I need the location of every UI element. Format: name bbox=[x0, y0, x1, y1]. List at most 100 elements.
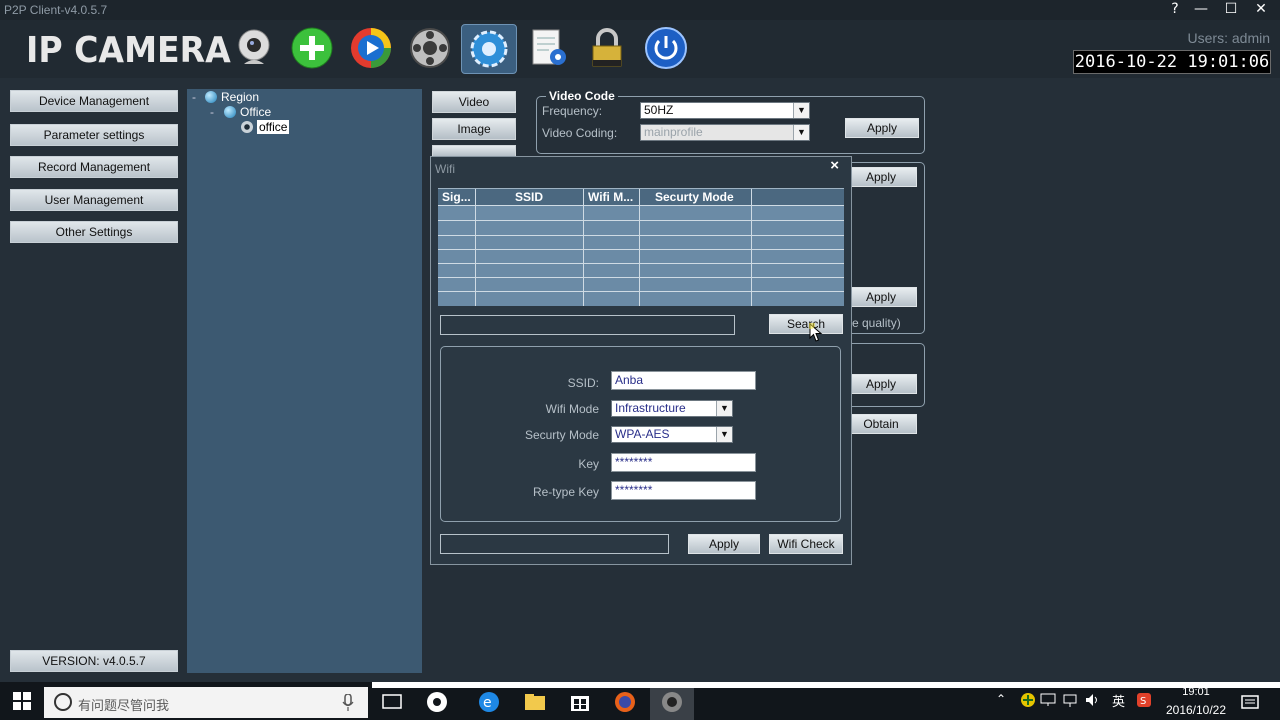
pinwheel-app-icon[interactable] bbox=[425, 690, 449, 714]
close-icon[interactable]: × bbox=[830, 157, 839, 174]
stream-apply-button-2[interactable]: Apply bbox=[845, 287, 917, 307]
frequency-select[interactable]: 50HZ ▼ bbox=[640, 102, 810, 119]
nav-record-management[interactable]: Record Management bbox=[10, 156, 178, 178]
title-bar: P2P Client-v4.0.5.7 ? — ☐ ✕ bbox=[0, 0, 1280, 20]
playback-icon[interactable] bbox=[349, 26, 393, 70]
column-wifi-mode[interactable]: Wifi M... bbox=[588, 190, 633, 204]
wifi-apply-button[interactable]: Apply bbox=[688, 534, 760, 554]
input-language-indicator[interactable]: 英 bbox=[1112, 691, 1125, 710]
globe-icon bbox=[205, 91, 217, 103]
log-icon[interactable] bbox=[527, 26, 571, 70]
key-label: Key bbox=[578, 457, 599, 471]
chevron-down-icon[interactable]: ▼ bbox=[793, 103, 809, 118]
nav-other-settings[interactable]: Other Settings bbox=[10, 221, 178, 243]
row-divider bbox=[438, 291, 844, 292]
tab-video[interactable]: Video bbox=[432, 91, 516, 113]
store-icon[interactable] bbox=[568, 690, 592, 714]
column-divider bbox=[583, 189, 584, 306]
chevron-down-icon[interactable]: ▼ bbox=[716, 401, 732, 416]
tab-image[interactable]: Image bbox=[432, 118, 516, 140]
column-signal[interactable]: Sig... bbox=[442, 190, 471, 204]
row-divider bbox=[438, 263, 844, 264]
current-user-label: Users: admin bbox=[1187, 30, 1270, 46]
notifications-icon[interactable] bbox=[1241, 694, 1259, 712]
tree-toggle-office[interactable]: - bbox=[210, 105, 214, 119]
settings-gear-icon[interactable] bbox=[461, 24, 517, 74]
chevron-down-icon[interactable]: ▼ bbox=[716, 427, 732, 442]
ssid-input[interactable]: Anba bbox=[611, 371, 756, 390]
column-security-mode[interactable]: Securty Mode bbox=[655, 190, 734, 204]
device-tree[interactable]: - Region - Office office bbox=[187, 89, 422, 673]
key-input[interactable]: ******** bbox=[611, 453, 756, 472]
datetime-display: 2016-10-22 19:01:06 bbox=[1073, 50, 1271, 74]
wifi-network-table[interactable]: Sig... SSID Wifi M... Securty Mode bbox=[438, 188, 844, 306]
security-mode-value: WPA-AES bbox=[615, 427, 670, 441]
column-ssid[interactable]: SSID bbox=[515, 190, 543, 204]
tree-node-label: office bbox=[257, 120, 290, 134]
tree-toggle-region[interactable]: - bbox=[192, 90, 196, 104]
ptz-wheel-icon[interactable] bbox=[408, 26, 452, 70]
close-button[interactable]: ✕ bbox=[1246, 0, 1276, 20]
ssid-label: SSID: bbox=[567, 376, 599, 390]
column-divider bbox=[639, 189, 640, 306]
table-header bbox=[438, 189, 844, 205]
wifi-mode-value: Infrastructure bbox=[615, 401, 686, 415]
obtain-button[interactable]: Obtain bbox=[845, 414, 917, 434]
stream-apply-button-1[interactable]: Apply bbox=[845, 167, 917, 187]
quality-hint-text: e quality) bbox=[852, 316, 901, 330]
microphone-icon[interactable] bbox=[342, 694, 354, 712]
add-icon[interactable] bbox=[290, 26, 334, 70]
task-view-icon[interactable] bbox=[380, 690, 404, 714]
display-icon[interactable] bbox=[1040, 692, 1056, 708]
wifi-search-button[interactable]: Search bbox=[769, 314, 843, 334]
svg-text:e: e bbox=[483, 695, 492, 711]
wifi-mode-select[interactable]: Infrastructure ▼ bbox=[611, 400, 733, 417]
maximize-button[interactable]: ☐ bbox=[1216, 0, 1246, 20]
misc-apply-button[interactable]: Apply bbox=[845, 374, 917, 394]
lock-icon[interactable] bbox=[585, 26, 629, 70]
windows-start-icon[interactable] bbox=[13, 692, 31, 710]
edge-browser-icon[interactable]: e bbox=[477, 690, 501, 714]
video-code-title: Video Code bbox=[546, 89, 618, 103]
tree-node-label: Office bbox=[240, 105, 272, 119]
chevron-down-icon[interactable]: ▼ bbox=[793, 125, 809, 140]
video-coding-value: mainprofile bbox=[644, 125, 703, 139]
camera-icon bbox=[241, 121, 253, 133]
tree-node-office-camera[interactable]: office bbox=[241, 120, 290, 134]
nav-parameter-settings[interactable]: Parameter settings bbox=[10, 124, 178, 146]
taskbar-top-strip bbox=[372, 682, 1280, 688]
tree-node-region[interactable]: Region bbox=[205, 90, 259, 104]
ime-icon[interactable]: S bbox=[1136, 692, 1152, 708]
frequency-value: 50HZ bbox=[644, 103, 674, 117]
tree-node-office-group[interactable]: Office bbox=[224, 105, 271, 119]
globe-icon bbox=[224, 106, 236, 118]
row-divider bbox=[438, 205, 844, 206]
power-icon[interactable] bbox=[644, 26, 688, 70]
frequency-label: Frequency: bbox=[542, 104, 603, 118]
wifi-check-button[interactable]: Wifi Check bbox=[769, 534, 843, 554]
file-explorer-icon[interactable] bbox=[523, 690, 547, 714]
mouse-cursor-icon bbox=[809, 323, 823, 342]
nav-user-management[interactable]: User Management bbox=[10, 189, 178, 211]
chevron-up-icon[interactable]: ⌃ bbox=[996, 692, 1006, 706]
security-mode-label: Securty Mode bbox=[524, 428, 599, 442]
retype-key-input[interactable]: ******** bbox=[611, 481, 756, 500]
cortana-icon bbox=[54, 693, 72, 711]
security-mode-select[interactable]: WPA-AES ▼ bbox=[611, 426, 733, 443]
firefox-icon[interactable] bbox=[613, 690, 637, 714]
version-label: VERSION: v4.0.5.7 bbox=[10, 650, 178, 672]
search-status-field bbox=[440, 315, 735, 335]
minimize-button[interactable]: — bbox=[1186, 0, 1216, 20]
network-icon[interactable] bbox=[1062, 692, 1078, 708]
plus-badge-icon[interactable] bbox=[1020, 692, 1036, 708]
volume-icon[interactable] bbox=[1084, 692, 1100, 708]
video-coding-select[interactable]: mainprofile ▼ bbox=[640, 124, 810, 141]
ip-camera-app-icon[interactable] bbox=[660, 690, 684, 714]
taskbar-date[interactable]: 2016/10/22 bbox=[1160, 703, 1232, 717]
webcam-icon[interactable] bbox=[232, 26, 276, 70]
taskbar-search-box[interactable]: 有问题尽管问我 bbox=[44, 687, 368, 718]
video-code-apply-button[interactable]: Apply bbox=[845, 118, 919, 138]
wifi-dialog: Wifi × Sig... SSID Wifi M... Securty Mod… bbox=[430, 156, 852, 565]
nav-device-management[interactable]: Device Management bbox=[10, 90, 178, 112]
taskbar-time[interactable]: 19:01 bbox=[1166, 686, 1226, 698]
